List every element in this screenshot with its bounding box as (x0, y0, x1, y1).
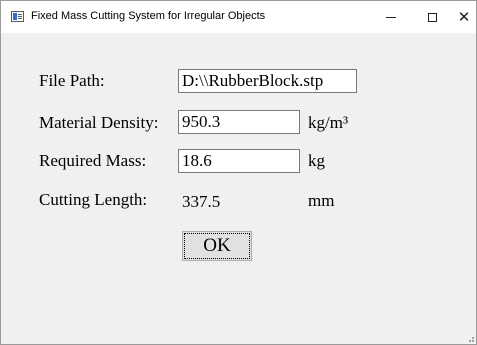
material-density-label: Material Density: (39, 113, 159, 132)
app-icon (11, 11, 24, 22)
cutting-length-unit: mm (308, 191, 335, 210)
resize-grip[interactable] (466, 334, 474, 342)
app-window: Fixed Mass Cutting System for Irregular … (0, 0, 477, 345)
cutting-length-value: 337.5 (182, 192, 221, 211)
close-button[interactable]: ✕ (441, 1, 476, 33)
minimize-icon (386, 16, 396, 18)
file-path-field[interactable]: D:\\RubberBlock.stp (178, 69, 357, 93)
title-bar[interactable]: Fixed Mass Cutting System for Irregular … (1, 1, 476, 33)
material-density-field[interactable]: 950.3 (178, 110, 300, 134)
mass-unit: kg (308, 151, 325, 170)
form-panel: File Path: D:\\RubberBlock.stp Material … (1, 33, 476, 344)
cutting-length-label: Cutting Length: (39, 190, 148, 209)
window-title: Fixed Mass Cutting System for Irregular … (31, 10, 266, 22)
required-mass-label: Required Mass: (39, 151, 147, 170)
density-unit: kg/m³ (308, 113, 349, 132)
required-mass-field[interactable]: 18.6 (178, 149, 300, 173)
file-path-label: File Path: (39, 71, 105, 90)
minimize-button[interactable] (368, 1, 414, 33)
maximize-icon (427, 12, 437, 22)
close-icon: ✕ (457, 7, 471, 26)
ok-button[interactable]: OK (182, 231, 252, 261)
